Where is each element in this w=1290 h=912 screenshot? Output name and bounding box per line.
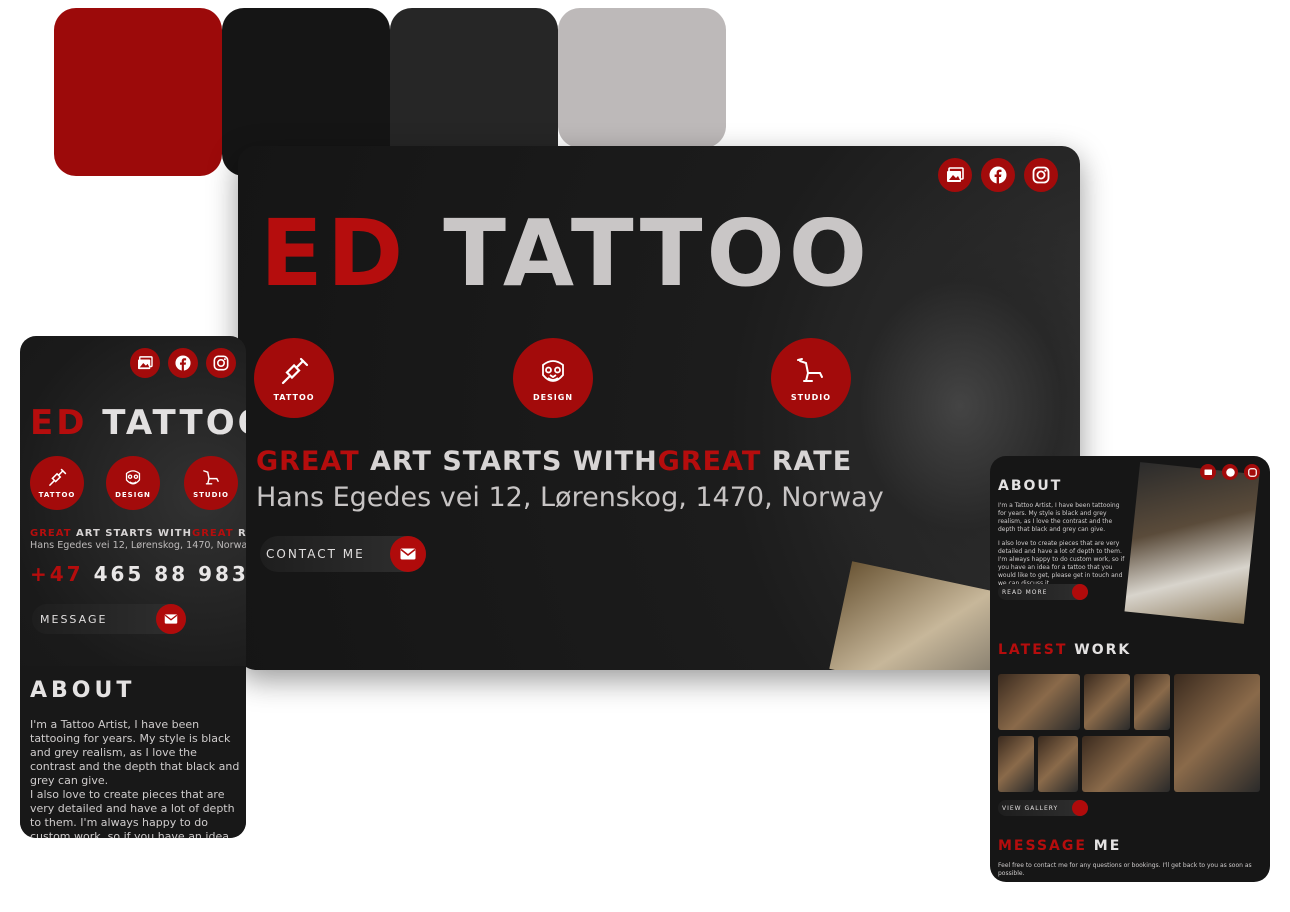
phone-number[interactable]: +47 465 88 983 xyxy=(30,562,246,586)
social-links xyxy=(130,348,236,378)
gallery-tile[interactable] xyxy=(1038,736,1078,792)
instagram-icon[interactable] xyxy=(1244,464,1260,480)
service-label: DESIGN xyxy=(532,392,574,402)
service-tattoo[interactable]: TATTOO xyxy=(254,338,334,418)
gallery-tile[interactable] xyxy=(998,674,1080,730)
message-label: MESSAGE xyxy=(40,612,108,626)
tattoo-machine-icon xyxy=(281,357,309,384)
work-gallery xyxy=(998,674,1262,794)
service-design[interactable]: DESIGN xyxy=(513,338,593,418)
service-label: DESIGN xyxy=(115,491,151,499)
artist-photo xyxy=(1124,462,1260,624)
brand-word-ed: ED xyxy=(30,403,88,443)
gallery-tile[interactable] xyxy=(1134,674,1170,730)
brand-word-ed: ED xyxy=(260,200,408,307)
tagline-text: ART STARTS WITH xyxy=(359,446,658,477)
gallery-icon[interactable] xyxy=(1200,464,1216,480)
latest-work-heading: LATEST WORK xyxy=(998,642,1131,658)
brand-title: ED TATTOO xyxy=(260,208,871,300)
about-heading: ABOUT xyxy=(998,478,1063,494)
view-gallery-label: VIEW GALLERY xyxy=(1002,804,1059,812)
gallery-tile[interactable] xyxy=(998,736,1034,792)
read-more-label: READ MORE xyxy=(1002,588,1048,596)
heading-highlight: MESSAGE xyxy=(998,838,1087,854)
about-heading: ABOUT xyxy=(30,678,136,703)
tagline-highlight: GREAT xyxy=(256,446,360,477)
facebook-icon[interactable] xyxy=(168,348,198,378)
service-label: TATTOO xyxy=(38,491,76,499)
gallery-tile[interactable] xyxy=(1084,674,1130,730)
mask-design-icon xyxy=(125,470,141,485)
tagline: GREAT ART STARTS WITHGREAT RATE xyxy=(30,528,246,539)
tattoo-chair-icon xyxy=(797,357,823,382)
service-tattoo[interactable]: TATTOO xyxy=(30,456,84,510)
brand-word-tattoo: TATTOO xyxy=(443,200,871,307)
mask-design-icon xyxy=(542,359,564,382)
tagline-highlight: GREAT xyxy=(192,528,234,539)
mail-icon xyxy=(156,604,186,634)
mail-icon xyxy=(390,536,426,572)
view-gallery-button[interactable]: VIEW GALLERY xyxy=(998,800,1088,816)
service-label: STUDIO xyxy=(193,491,229,499)
social-links xyxy=(938,158,1058,192)
message-text: Feel free to contact me for any question… xyxy=(998,862,1252,877)
heading-text: ME xyxy=(1086,838,1122,854)
gallery-icon[interactable] xyxy=(938,158,972,192)
message-me-heading: MESSAGE ME xyxy=(998,838,1121,854)
brand-title: ED TATTOO xyxy=(30,406,246,440)
address: Hans Egedes vei 12, Lørenskog, 1470, Nor… xyxy=(256,482,884,513)
about-paragraph: I'm a Tattoo Artist, I have been tattooi… xyxy=(30,718,240,787)
about-paragraph: I also love to create pieces that are ve… xyxy=(30,788,235,838)
tattoo-machine-icon xyxy=(49,468,67,486)
tagline: GREAT ART STARTS WITHGREAT RATE xyxy=(256,446,852,477)
facebook-icon[interactable] xyxy=(1222,464,1238,480)
about-paragraph: I also love to create pieces that are ve… xyxy=(998,540,1125,587)
swatch-light-gray xyxy=(558,8,726,148)
services-row: TATTOO DESIGN STUDIO xyxy=(254,338,854,420)
brand-word-tattoo: TATTOO xyxy=(102,403,246,443)
tagline-text: RATE xyxy=(238,528,246,539)
tattoo-chair-icon xyxy=(203,470,219,485)
contact-me-label: CONTACT ME xyxy=(266,547,365,561)
tagline-text: RATE xyxy=(761,446,853,477)
facebook-icon[interactable] xyxy=(981,158,1015,192)
tablet-mockup: ABOUT I'm a Tattoo Artist, I have been t… xyxy=(990,456,1270,882)
address: Hans Egedes vei 12, Lørenskog, 1470, Nor… xyxy=(30,540,246,551)
about-paragraph: I'm a Tattoo Artist, I have been tattooi… xyxy=(998,502,1120,533)
gallery-tile[interactable] xyxy=(1082,736,1170,792)
social-links xyxy=(1200,464,1260,480)
service-label: TATTOO xyxy=(273,392,315,402)
desktop-mockup: ED TATTOO TATTOO DESIGN STUDIO GREAT ART… xyxy=(238,146,1080,670)
gallery-icon xyxy=(1072,800,1088,816)
heading-highlight: LATEST xyxy=(998,642,1068,658)
tagline-highlight: GREAT xyxy=(30,528,72,539)
service-design[interactable]: DESIGN xyxy=(106,456,160,510)
tagline-text: ART STARTS WITH xyxy=(71,528,192,539)
phone-digits: 465 88 983 xyxy=(93,562,246,586)
tagline-highlight: GREAT xyxy=(657,446,762,477)
service-studio[interactable]: STUDIO xyxy=(184,456,238,510)
read-more-button[interactable]: READ MORE xyxy=(998,584,1088,600)
service-label: STUDIO xyxy=(790,392,832,402)
gallery-icon[interactable] xyxy=(130,348,160,378)
service-studio[interactable]: STUDIO xyxy=(771,338,851,418)
phone-prefix: +47 xyxy=(30,562,84,586)
instagram-icon[interactable] xyxy=(206,348,236,378)
swatch-red xyxy=(54,8,222,176)
gallery-tile[interactable] xyxy=(1174,674,1260,792)
mobile-mockup: ED TATTOO TATTOO DESIGN STUDIO GREAT ART… xyxy=(20,336,246,838)
arrow-right-icon xyxy=(1072,584,1088,600)
message-button[interactable]: MESSAGE xyxy=(32,604,186,634)
instagram-icon[interactable] xyxy=(1024,158,1058,192)
heading-text: WORK xyxy=(1067,642,1132,658)
contact-me-button[interactable]: CONTACT ME xyxy=(260,536,426,572)
